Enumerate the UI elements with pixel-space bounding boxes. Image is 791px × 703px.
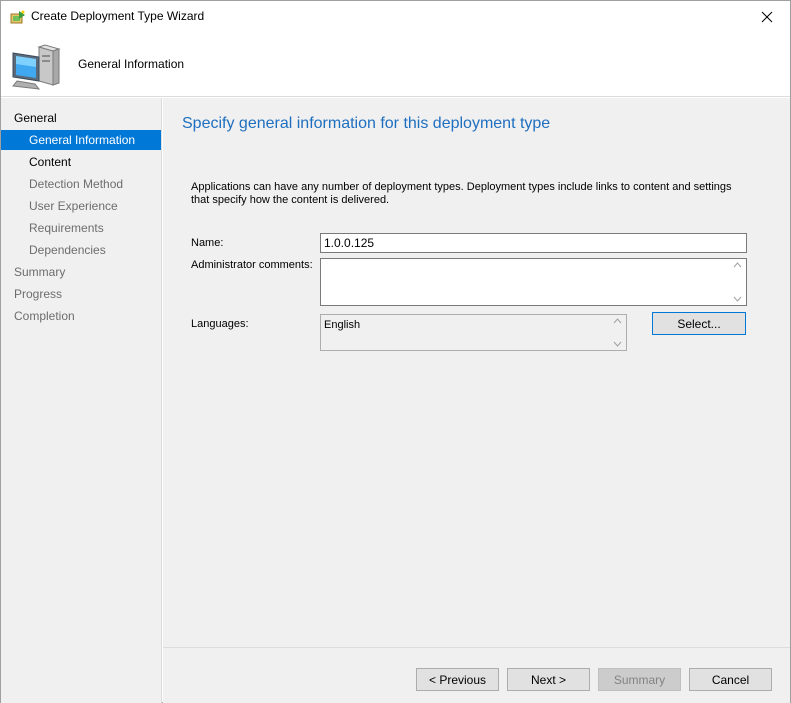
scroll-up-icon[interactable] xyxy=(613,318,622,324)
close-button[interactable] xyxy=(744,1,790,32)
wizard-header: General Information xyxy=(1,33,790,97)
languages-label: Languages: xyxy=(191,318,249,330)
nav-step-detection-method[interactable]: Detection Method xyxy=(1,174,161,194)
wizard-footer: < Previous Next > Summary Cancel xyxy=(163,647,790,703)
name-input[interactable]: 1.0.0.125 xyxy=(320,233,747,253)
admin-comments-scrollbar[interactable] xyxy=(729,259,746,305)
select-languages-button[interactable]: Select... xyxy=(652,312,746,335)
nav-step-progress[interactable]: Progress xyxy=(1,284,161,304)
admin-comments-input[interactable] xyxy=(320,258,747,306)
languages-scrollbar[interactable] xyxy=(609,315,626,350)
languages-list[interactable]: English xyxy=(320,314,627,351)
wizard-steps-nav: General General Information Content Dete… xyxy=(1,98,162,703)
name-label: Name: xyxy=(191,237,224,249)
next-button[interactable]: Next > xyxy=(507,668,590,691)
previous-button[interactable]: < Previous xyxy=(416,668,499,691)
close-icon[interactable] xyxy=(761,11,773,23)
nav-step-dependencies[interactable]: Dependencies xyxy=(1,240,161,260)
page-description: Applications can have any number of depl… xyxy=(191,181,732,206)
nav-step-general-information[interactable]: General Information xyxy=(1,130,161,150)
banner-title: General Information xyxy=(78,57,185,71)
page-heading: Specify general information for this dep… xyxy=(182,115,551,132)
nav-step-user-experience[interactable]: User Experience xyxy=(1,196,161,216)
wizard-app-icon xyxy=(10,10,25,24)
wizard-window: Create Deployment Type Wizard General In… xyxy=(0,0,791,703)
nav-step-summary[interactable]: Summary xyxy=(1,262,161,282)
title-bar: Create Deployment Type Wizard xyxy=(1,1,790,33)
scroll-up-icon[interactable] xyxy=(733,262,742,268)
window-title: Create Deployment Type Wizard xyxy=(31,9,205,23)
computer-icon xyxy=(12,44,61,90)
scroll-down-icon[interactable] xyxy=(733,296,742,302)
cancel-button[interactable]: Cancel xyxy=(689,668,772,691)
scroll-down-icon[interactable] xyxy=(613,341,622,347)
summary-button[interactable]: Summary xyxy=(598,668,681,691)
admin-comments-label: Administrator comments: xyxy=(191,259,313,271)
nav-step-general[interactable]: General xyxy=(1,108,161,128)
main-panel: Specify general information for this dep… xyxy=(163,98,790,647)
nav-step-requirements[interactable]: Requirements xyxy=(1,218,161,238)
nav-step-completion[interactable]: Completion xyxy=(1,306,161,326)
nav-step-content[interactable]: Content xyxy=(1,152,161,172)
language-item[interactable]: English xyxy=(324,319,360,331)
